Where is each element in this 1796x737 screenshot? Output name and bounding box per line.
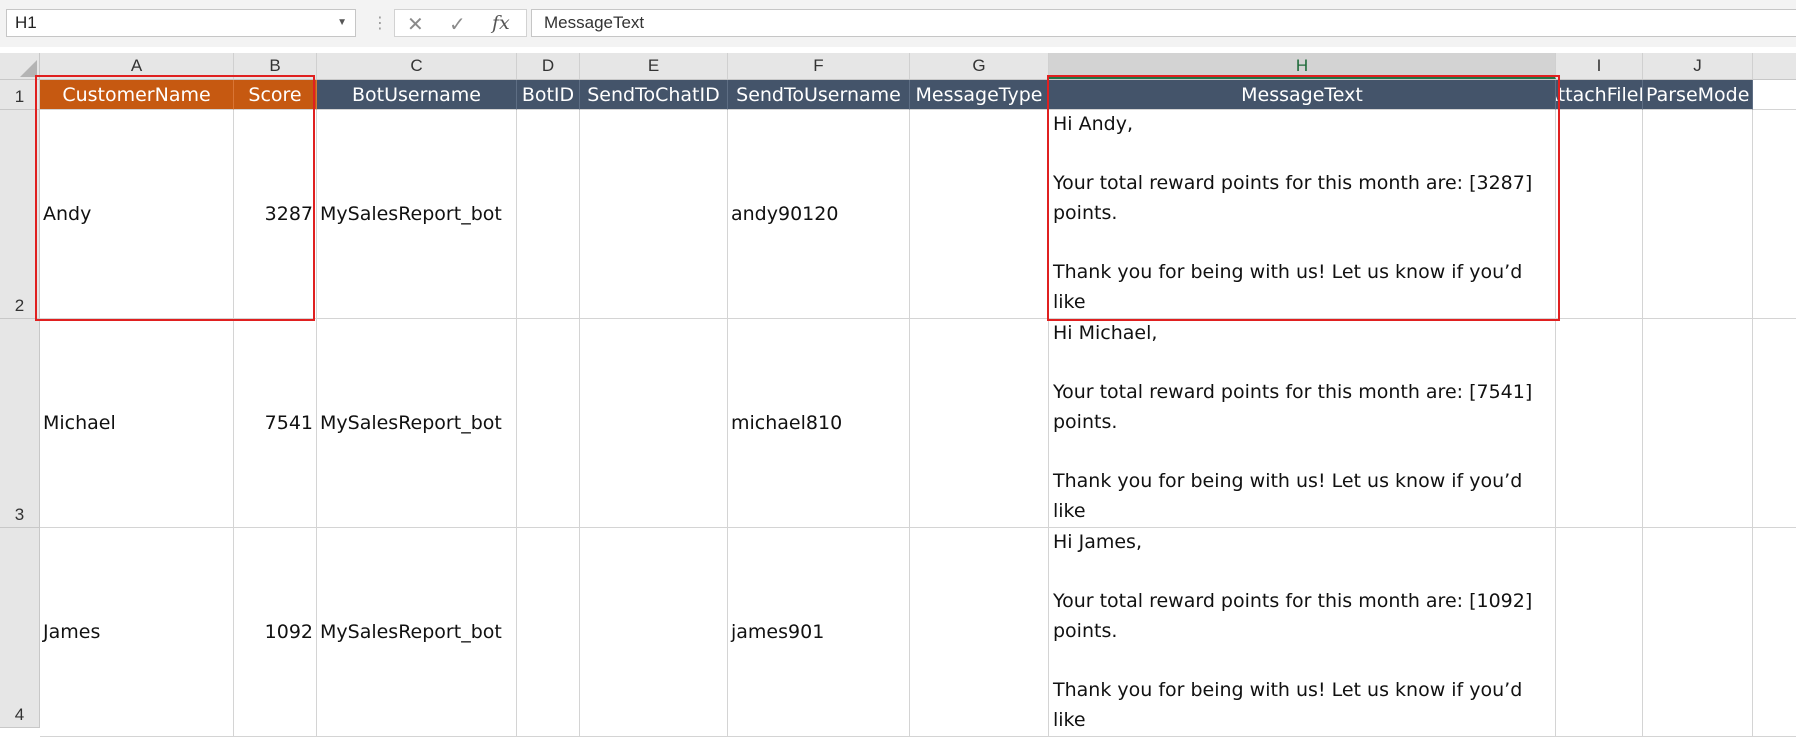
column-headers: A B C D E F G H I J K	[40, 53, 1796, 80]
column-header-d[interactable]: D	[517, 53, 580, 79]
enter-check-icon[interactable]: ✓	[449, 12, 466, 37]
formula-bar-grip-icon: ⋮	[372, 15, 388, 32]
worksheet-grid: A B C D E F G H I J K 1 2 3 4 CustomerNa…	[0, 47, 1796, 737]
cancel-icon[interactable]: ✕	[407, 12, 424, 37]
customer-name-cell[interactable]: Michael	[40, 319, 234, 528]
header-cell-parsemode[interactable]: ParseMode	[1643, 80, 1753, 110]
select-all-triangle-icon	[20, 60, 37, 77]
parse-mode-cell[interactable]	[1643, 319, 1753, 528]
send-to-chat-id-cell[interactable]	[580, 319, 728, 528]
column-header-e[interactable]: E	[580, 53, 728, 79]
attach-file-name-cell[interactable]	[1556, 319, 1643, 528]
parse-mode-cell[interactable]	[1643, 110, 1753, 319]
column-header-c[interactable]: C	[317, 53, 517, 79]
header-cell-customername[interactable]: CustomerName	[40, 80, 234, 110]
attach-file-name-cell[interactable]	[1556, 110, 1643, 319]
message-text-cell[interactable]: Hi Andy, Your total reward points for th…	[1049, 110, 1556, 319]
header-cell-botusername[interactable]: BotUsername	[317, 80, 517, 110]
column-header-k[interactable]: K	[1753, 53, 1796, 79]
formula-bar: H1 ▼ ⋮ ✕ ✓ fx MessageText	[0, 0, 1796, 47]
column-header-f[interactable]: F	[728, 53, 910, 79]
header-cell-botid[interactable]: BotID	[517, 80, 580, 110]
row-header-4[interactable]: 4	[0, 528, 40, 728]
message-type-cell[interactable]	[910, 110, 1049, 319]
header-cell-sendtochatid[interactable]: SendToChatID	[580, 80, 728, 110]
header-cell-attachfilename[interactable]: AttachFileName	[1556, 80, 1643, 110]
select-all-button[interactable]	[0, 53, 40, 80]
message-text-cell[interactable]: Hi Michael, Your total reward points for…	[1049, 319, 1556, 528]
row-header-1[interactable]: 1	[0, 80, 40, 110]
column-header-j[interactable]: J	[1643, 53, 1753, 79]
send-to-chat-id-cell[interactable]	[580, 110, 728, 319]
column-header-h[interactable]: H	[1049, 53, 1556, 79]
header-cell-messagetype[interactable]: MessageType	[910, 80, 1049, 110]
empty-cell[interactable]	[1753, 110, 1796, 319]
empty-cell[interactable]	[1753, 80, 1796, 110]
column-header-g[interactable]: G	[910, 53, 1049, 79]
header-cell-messagetext[interactable]: MessageText	[1049, 80, 1556, 110]
header-cell-sendtousername[interactable]: SendToUsername	[728, 80, 910, 110]
empty-cell[interactable]	[1753, 319, 1796, 528]
name-box-value: H1	[15, 13, 37, 32]
insert-function-icon[interactable]: fx	[492, 12, 510, 34]
send-to-username-cell[interactable]: michael810	[728, 319, 910, 528]
message-type-cell[interactable]	[910, 319, 1049, 528]
bot-username-cell[interactable]: MySalesReport_bot	[317, 319, 517, 528]
bot-username-cell[interactable]: MySalesReport_bot	[317, 110, 517, 319]
column-header-a[interactable]: A	[40, 53, 234, 79]
formula-buttons: ✕ ✓ fx	[394, 9, 527, 37]
header-cell-score[interactable]: Score	[234, 80, 317, 110]
formula-input[interactable]: MessageText	[531, 9, 1796, 37]
customer-name-cell[interactable]: Andy	[40, 110, 234, 319]
name-box[interactable]: H1 ▼	[6, 9, 356, 37]
bot-id-cell[interactable]	[517, 319, 580, 528]
row-header-2[interactable]: 2	[0, 110, 40, 319]
column-header-i[interactable]: I	[1556, 53, 1643, 79]
score-cell[interactable]: 7541	[234, 319, 317, 528]
bot-id-cell[interactable]	[517, 110, 580, 319]
score-cell[interactable]: 3287	[234, 110, 317, 319]
row-header-3[interactable]: 3	[0, 319, 40, 528]
name-box-dropdown-icon[interactable]: ▼	[337, 10, 347, 36]
column-header-b[interactable]: B	[234, 53, 317, 79]
send-to-username-cell[interactable]: andy90120	[728, 110, 910, 319]
